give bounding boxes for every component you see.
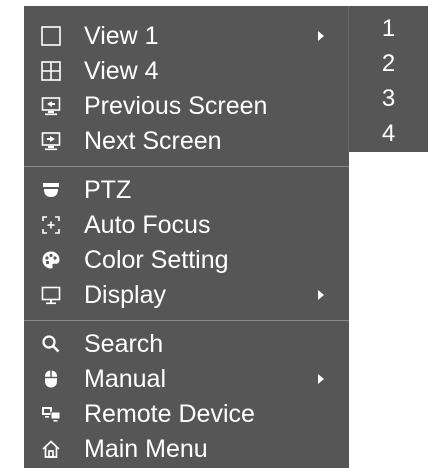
single-window-icon — [40, 25, 62, 47]
submenu-arrow-icon — [318, 290, 324, 300]
menu-item-label: Display — [84, 281, 166, 309]
next-screen-icon — [40, 130, 62, 152]
menu-item-label: Main Menu — [84, 435, 208, 463]
menu-divider — [24, 166, 349, 167]
search-icon — [40, 333, 62, 355]
menu-item-label: Manual — [84, 365, 166, 393]
submenu-item-label: 4 — [381, 120, 396, 147]
submenu-item-label: 2 — [381, 50, 396, 77]
submenu-item-label: 3 — [381, 85, 396, 112]
menu-item-previous-screen[interactable]: Previous Screen — [24, 88, 349, 124]
menu-item-ptz[interactable]: PTZ — [24, 172, 349, 208]
mouse-icon — [40, 368, 62, 390]
auto-focus-icon — [40, 214, 62, 236]
menu-item-label: Search — [84, 330, 164, 358]
menu-item-view-1[interactable]: View 1 — [24, 18, 349, 54]
menu-item-label: Remote Device — [84, 400, 255, 428]
menu-item-label: PTZ — [84, 176, 132, 204]
submenu-arrow-icon — [318, 374, 324, 384]
menu-item-manual[interactable]: Manual — [24, 361, 349, 397]
ptz-camera-icon — [40, 179, 62, 201]
submenu-item-channel-4[interactable]: 4 — [349, 117, 428, 151]
palette-icon — [40, 249, 62, 271]
menu-item-next-screen[interactable]: Next Screen — [24, 123, 349, 159]
submenu-item-label: 1 — [381, 15, 396, 42]
menu-item-label: Auto Focus — [84, 211, 211, 239]
menu-item-label: Previous Screen — [84, 92, 268, 120]
menu-item-label: View 4 — [84, 57, 159, 85]
menu-item-label: Next Screen — [84, 127, 222, 155]
menu-item-label: Color Setting — [84, 246, 229, 274]
remote-device-icon — [40, 403, 62, 425]
menu-item-label: View 1 — [84, 22, 159, 50]
submenu-arrow-icon — [318, 31, 324, 41]
menu-item-color-setting[interactable]: Color Setting — [24, 242, 349, 278]
menu-item-main-menu[interactable]: Main Menu — [24, 431, 349, 467]
submenu-item-channel-2[interactable]: 2 — [349, 47, 428, 81]
context-menu: View 1 View 4 Previous Screen Next Scree… — [24, 6, 349, 468]
home-icon — [40, 438, 62, 460]
menu-item-auto-focus[interactable]: Auto Focus — [24, 207, 349, 243]
previous-screen-icon — [40, 95, 62, 117]
menu-item-display[interactable]: Display — [24, 277, 349, 313]
monitor-icon — [40, 284, 62, 306]
submenu-item-channel-3[interactable]: 3 — [349, 82, 428, 116]
menu-divider — [24, 320, 349, 321]
menu-item-remote-device[interactable]: Remote Device — [24, 396, 349, 432]
menu-item-search[interactable]: Search — [24, 326, 349, 362]
quad-grid-icon — [40, 60, 62, 82]
submenu-item-channel-1[interactable]: 1 — [349, 12, 428, 46]
menu-item-view-4[interactable]: View 4 — [24, 53, 349, 89]
view1-submenu: 1 2 3 4 — [348, 6, 428, 152]
